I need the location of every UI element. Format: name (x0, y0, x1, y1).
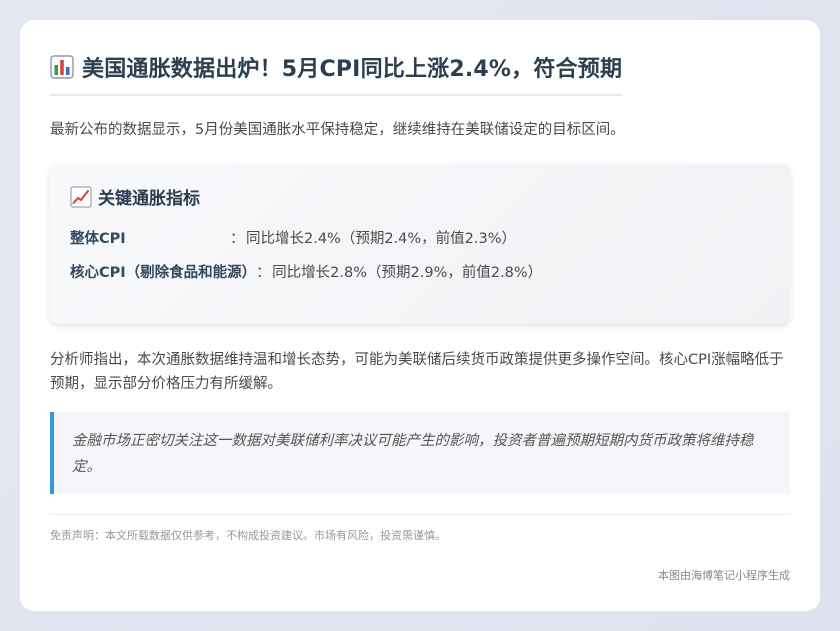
bar-chart-icon (50, 55, 74, 79)
metric-value: 同比增长2.8%（预期2.9%，前值2.8%） (272, 264, 543, 281)
metric-value: 同比增长2.4%（预期2.4%，前值2.3%） (246, 230, 517, 247)
metric-label: 核心CPI（剔除食品和能源） (70, 264, 257, 281)
intro-paragraph: 最新公布的数据显示，5月份美国通胀水平保持稳定，继续维持在美联储设定的目标区间。 (50, 122, 625, 138)
trending-up-icon (70, 185, 92, 208)
title-row: 美国通胀数据出炉！5月CPI同比上涨2.4%，符合预期 (50, 48, 623, 96)
article-card: 美国通胀数据出炉！5月CPI同比上涨2.4%，符合预期 最新公布的数据显示，5月… (20, 20, 820, 611)
metric-row-core-cpi: 核心CPI（剔除食品和能源） ： 同比增长2.8%（预期2.9%，前值2.8%） (70, 259, 770, 283)
metric-label: 整体CPI (70, 230, 126, 247)
metric-separator: ： (256, 264, 271, 281)
metric-separator: ： (230, 230, 245, 247)
footer-credit: 本图由海博笔记小程序生成 (658, 569, 790, 582)
market-quote: 金融市场正密切关注这一数据对美联储利率决议可能产生的影响，投资者普遍预期短期内货… (50, 412, 790, 494)
page-title: 美国通胀数据出炉！5月CPI同比上涨2.4%，符合预期 (82, 57, 623, 82)
disclaimer-text: 免责声明：本文所载数据仅供参考，不构成投资建议。市场有风险，投资需谨慎。 (50, 529, 446, 542)
key-metrics-box: 关键通胀指标 整体CPI ： 同比增长2.4%（预期2.4%，前值2.3%） 核… (50, 164, 790, 324)
analysis-paragraph: 分析师指出，本次通胀数据维持温和增长态势，可能为美联储后续货币政策提供更多操作空… (50, 352, 784, 392)
divider (50, 514, 790, 515)
metrics-header: 关键通胀指标 (70, 184, 770, 209)
metrics-title: 关键通胀指标 (98, 189, 200, 209)
metric-row-overall-cpi: 整体CPI ： 同比增长2.4%（预期2.4%，前值2.3%） (70, 225, 770, 249)
